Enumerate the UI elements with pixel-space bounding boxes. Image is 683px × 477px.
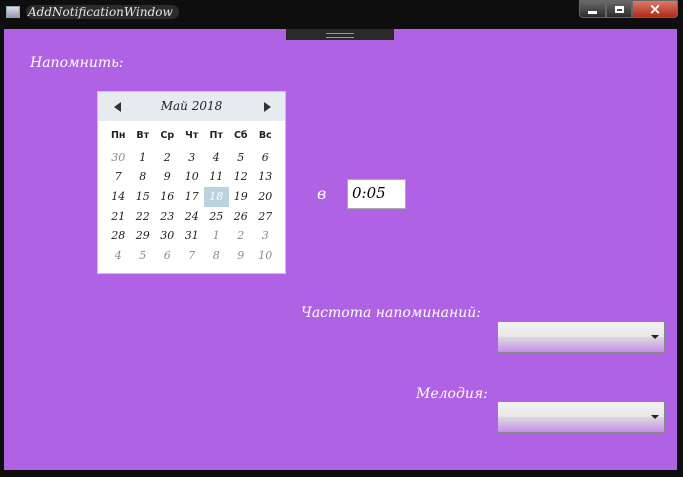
calendar-day[interactable]: 25 — [204, 207, 229, 227]
calendar-day[interactable]: 8 — [131, 167, 156, 187]
drag-handle[interactable] — [286, 29, 394, 40]
calendar-day[interactable]: 1 — [131, 148, 156, 168]
calendar-day[interactable]: 30 — [106, 148, 131, 168]
calendar-day[interactable]: 16 — [155, 187, 180, 207]
weekday-header: Вс — [258, 130, 272, 141]
calendar-day[interactable]: 19 — [229, 187, 254, 207]
weekday-header: Сб — [233, 130, 248, 141]
weekday-header: Вт — [136, 130, 150, 141]
time-input[interactable]: 0:05 — [347, 179, 406, 209]
dropdown-arrow-icon — [651, 415, 659, 419]
calendar-day[interactable]: 8 — [204, 246, 229, 266]
dropdown-arrow-icon — [651, 335, 659, 339]
window-content: Напомнить: Май 2018 Пн Вт Ср Чт Пт Сб Вс 30 1 2 3 4… — [4, 29, 677, 470]
calendar-day[interactable]: 5 — [229, 148, 254, 168]
date-calendar[interactable]: Май 2018 Пн Вт Ср Чт Пт Сб Вс 30 1 2 3 4 5 6 7 8 9 10 11 12… — [97, 91, 286, 274]
calendar-day[interactable]: 22 — [131, 207, 156, 227]
calendar-day[interactable]: 23 — [155, 207, 180, 227]
calendar-day[interactable]: 5 — [131, 246, 156, 266]
next-month-icon[interactable] — [264, 102, 271, 112]
calendar-day[interactable]: 9 — [155, 167, 180, 187]
calendar-day[interactable]: 4 — [204, 148, 229, 168]
minimize-button[interactable] — [579, 0, 606, 18]
minimize-icon — [588, 10, 597, 14]
calendar-grid: Пн Вт Ср Чт Пт Сб Вс 30 1 2 3 4 5 6 7 8 9 10 11 12 13 14 15 16 1… — [106, 128, 278, 266]
calendar-day-selected[interactable]: 18 — [204, 187, 229, 207]
calendar-day[interactable]: 27 — [253, 207, 278, 227]
calendar-day[interactable]: 4 — [106, 246, 131, 266]
calendar-day[interactable]: 10 — [180, 167, 205, 187]
calendar-day[interactable]: 11 — [204, 167, 229, 187]
maximize-button[interactable] — [606, 0, 632, 18]
calendar-day[interactable]: 9 — [229, 246, 254, 266]
melody-select[interactable] — [497, 401, 665, 433]
calendar-header: Май 2018 — [98, 92, 285, 121]
calendar-day[interactable]: 10 — [253, 246, 278, 266]
calendar-day[interactable]: 12 — [229, 167, 254, 187]
calendar-day[interactable]: 15 — [131, 187, 156, 207]
calendar-day[interactable]: 26 — [229, 207, 254, 227]
weekday-header: Пн — [110, 130, 126, 141]
calendar-day[interactable]: 29 — [131, 226, 156, 246]
calendar-day[interactable]: 28 — [106, 226, 131, 246]
weekday-header: Чт — [185, 130, 199, 141]
calendar-day[interactable]: 21 — [106, 207, 131, 227]
calendar-day[interactable]: 24 — [180, 207, 205, 227]
calendar-day[interactable]: 3 — [253, 226, 278, 246]
calendar-day[interactable]: 1 — [204, 226, 229, 246]
melody-label: Мелодия: — [416, 386, 488, 402]
title-bar[interactable]: AddNotificationWindow × — [0, 0, 683, 26]
app-icon — [6, 6, 20, 18]
weekday-header: Пт — [209, 130, 223, 141]
calendar-day[interactable]: 7 — [106, 167, 131, 187]
calendar-day[interactable]: 6 — [253, 148, 278, 168]
calendar-month-title[interactable]: Май 2018 — [98, 99, 285, 113]
weekday-header: Ср — [160, 130, 175, 141]
frequency-label: Частота напоминаний: — [301, 305, 481, 321]
calendar-day[interactable]: 20 — [253, 187, 278, 207]
calendar-day[interactable]: 7 — [180, 246, 205, 266]
calendar-day[interactable]: 2 — [155, 148, 180, 168]
calendar-day[interactable]: 31 — [180, 226, 205, 246]
app-window: AddNotificationWindow × Напомнить: Май 2… — [0, 0, 683, 477]
window-title: AddNotificationWindow — [26, 5, 179, 19]
calendar-day[interactable]: 14 — [106, 187, 131, 207]
close-button[interactable]: × — [632, 0, 678, 18]
maximize-icon — [614, 5, 624, 13]
calendar-day[interactable]: 6 — [155, 246, 180, 266]
calendar-day[interactable]: 3 — [180, 148, 205, 168]
caption-buttons: × — [579, 0, 678, 19]
calendar-day[interactable]: 30 — [155, 226, 180, 246]
at-label: в — [317, 184, 327, 203]
close-icon: × — [648, 0, 662, 18]
frequency-select[interactable] — [497, 321, 665, 353]
remind-label: Напомнить: — [30, 55, 124, 71]
calendar-day[interactable]: 17 — [180, 187, 205, 207]
calendar-day[interactable]: 13 — [253, 167, 278, 187]
calendar-day[interactable]: 2 — [229, 226, 254, 246]
grip-icon — [326, 33, 354, 38]
